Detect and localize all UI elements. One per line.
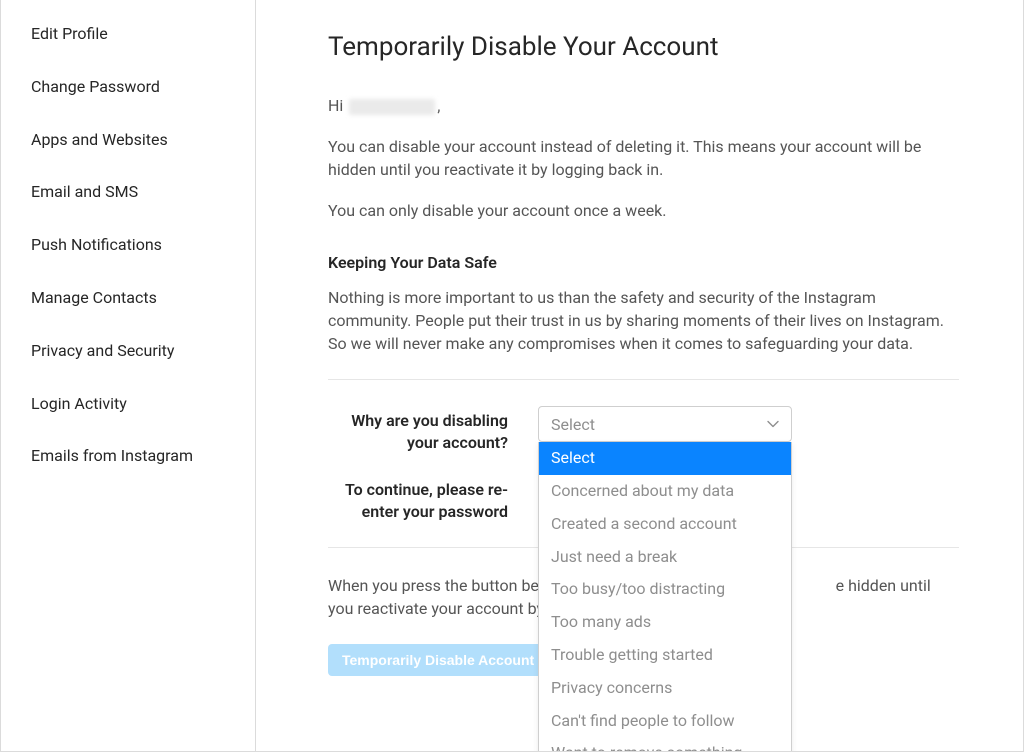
sidebar-item-login-activity[interactable]: Login Activity: [1, 378, 255, 431]
reason-option-trouble-started[interactable]: Trouble getting started: [539, 639, 791, 672]
reason-select-wrapper: Select Select Concerned about my data Cr…: [538, 406, 792, 442]
data-safe-body: Nothing is more important to us than the…: [328, 286, 959, 356]
sidebar-item-manage-contacts[interactable]: Manage Contacts: [1, 272, 255, 325]
username-redacted: [349, 99, 435, 115]
greeting-prefix: Hi: [328, 96, 347, 115]
sidebar-item-email-sms[interactable]: Email and SMS: [1, 166, 255, 219]
settings-container: Edit Profile Change Password Apps and We…: [0, 0, 1024, 752]
reason-option-cant-find-people[interactable]: Can't find people to follow: [539, 705, 791, 738]
greeting-line: Hi ,: [328, 96, 959, 115]
reason-row: Why are you disabling your account? Sele…: [328, 406, 959, 453]
greeting-suffix: ,: [437, 96, 440, 115]
reason-select-value: Select: [551, 415, 595, 434]
reason-option-too-many-ads[interactable]: Too many ads: [539, 606, 791, 639]
sidebar-item-privacy-security[interactable]: Privacy and Security: [1, 325, 255, 378]
data-safe-heading: Keeping Your Data Safe: [328, 253, 959, 272]
sidebar-item-edit-profile[interactable]: Edit Profile: [1, 8, 255, 61]
sidebar-item-change-password[interactable]: Change Password: [1, 61, 255, 114]
reason-option-need-break[interactable]: Just need a break: [539, 541, 791, 574]
disable-account-button[interactable]: Temporarily Disable Account: [328, 644, 548, 676]
page-title: Temporarily Disable Your Account: [328, 32, 959, 62]
reason-label: Why are you disabling your account?: [328, 406, 538, 453]
sidebar-item-push-notifications[interactable]: Push Notifications: [1, 219, 255, 272]
reason-option-remove-something[interactable]: Want to remove something: [539, 737, 791, 751]
section-divider: [328, 379, 959, 380]
chevron-down-icon: [767, 418, 779, 430]
main-content: Temporarily Disable Your Account Hi , Yo…: [256, 0, 1023, 751]
sidebar-item-emails-instagram[interactable]: Emails from Instagram: [1, 430, 255, 483]
reason-option-privacy-concerns[interactable]: Privacy concerns: [539, 672, 791, 705]
settings-sidebar: Edit Profile Change Password Apps and We…: [1, 0, 256, 751]
password-label: To continue, please re-enter your passwo…: [328, 475, 538, 522]
sidebar-item-apps-websites[interactable]: Apps and Websites: [1, 114, 255, 167]
reason-dropdown: Select Concerned about my data Created a…: [538, 442, 792, 751]
reason-option-too-busy[interactable]: Too busy/too distracting: [539, 573, 791, 606]
intro-paragraph-1: You can disable your account instead of …: [328, 135, 959, 181]
reason-select[interactable]: Select: [538, 406, 792, 442]
reason-option-second-account[interactable]: Created a second account: [539, 508, 791, 541]
reason-option-select[interactable]: Select: [539, 442, 791, 475]
reason-option-concerned-data[interactable]: Concerned about my data: [539, 475, 791, 508]
intro-paragraph-2: You can only disable your account once a…: [328, 199, 959, 222]
